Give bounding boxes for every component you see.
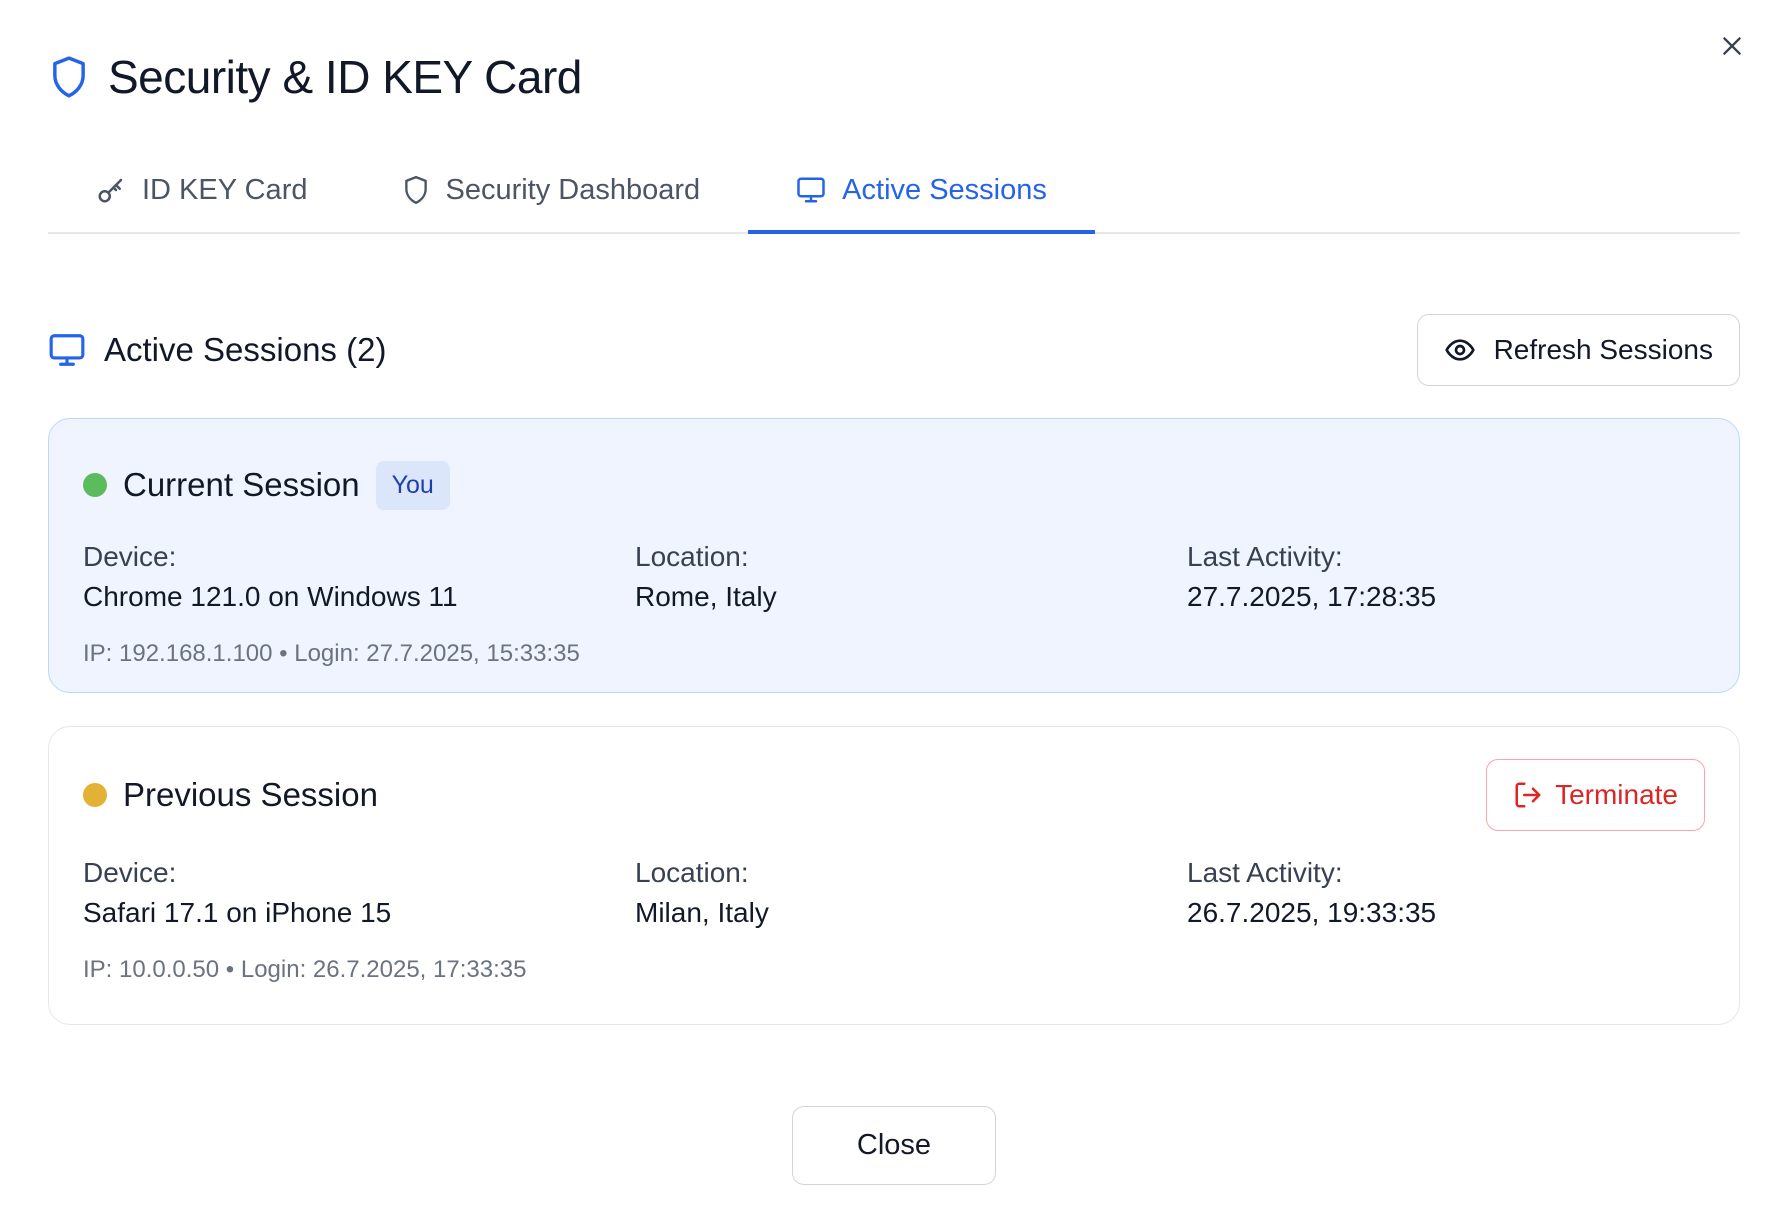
- session-card-current: Current Session You Device: Chrome 121.0…: [48, 418, 1740, 693]
- session-card-header: Current Session You: [83, 449, 1705, 521]
- activity-label: Last Activity:: [1187, 857, 1343, 888]
- location-value: Milan, Italy: [635, 897, 769, 928]
- sessions-header: Active Sessions (2) Refresh Sessions: [48, 314, 1740, 386]
- eye-icon: [1444, 334, 1476, 366]
- logout-icon: [1513, 780, 1543, 810]
- device-label: Device:: [83, 541, 177, 572]
- device-field: Device: Chrome 121.0 on Windows 11: [83, 537, 635, 617]
- session-meta: IP: 192.168.1.100 • Login: 27.7.2025, 15…: [83, 640, 580, 667]
- dialog-title: Security & ID KEY Card: [108, 51, 582, 103]
- device-value: Chrome 121.0 on Windows 11: [83, 581, 458, 612]
- refresh-sessions-button[interactable]: Refresh Sessions: [1416, 314, 1740, 386]
- tab-active-sessions[interactable]: Active Sessions: [748, 148, 1095, 234]
- section-title: Active Sessions (2): [48, 331, 386, 369]
- key-icon: [96, 175, 126, 205]
- refresh-label: Refresh Sessions: [1493, 334, 1713, 365]
- status-dot: [83, 783, 107, 807]
- tab-bar: ID KEY Card Security Dashboard Active Se…: [48, 148, 1740, 234]
- session-card-previous: Previous Session Terminate Device: Safar…: [48, 726, 1740, 1025]
- device-value: Safari 17.1 on iPhone 15: [83, 897, 392, 928]
- terminate-label: Terminate: [1555, 779, 1678, 810]
- device-label: Device:: [83, 857, 177, 888]
- session-title: Current Session You: [83, 460, 450, 510]
- terminate-button[interactable]: Terminate: [1486, 759, 1705, 831]
- tab-label: Active Sessions: [842, 173, 1047, 206]
- location-value: Rome, Italy: [635, 581, 777, 612]
- close-button[interactable]: Close: [792, 1106, 996, 1185]
- activity-field: Last Activity: 27.7.2025, 17:28:35: [1187, 537, 1705, 617]
- session-title-text: Current Session: [123, 466, 360, 503]
- session-title: Previous Session: [83, 776, 378, 814]
- location-field: Location: Milan, Italy: [635, 853, 1187, 933]
- location-label: Location:: [635, 541, 749, 572]
- security-dialog: Security & ID KEY Card ID KEY Card Secur…: [0, 0, 1788, 1232]
- close-icon[interactable]: [1714, 28, 1750, 64]
- tab-label: Security Dashboard: [445, 173, 701, 206]
- session-card-header: Previous Session Terminate: [83, 759, 1705, 831]
- activity-value: 26.7.2025, 19:33:35: [1187, 897, 1437, 928]
- section-title-text: Active Sessions (2): [104, 331, 387, 368]
- location-field: Location: Rome, Italy: [635, 537, 1187, 617]
- session-meta: IP: 10.0.0.50 • Login: 26.7.2025, 17:33:…: [83, 956, 527, 983]
- shield-icon: [403, 175, 429, 205]
- activity-value: 27.7.2025, 17:28:35: [1187, 581, 1437, 612]
- tab-security-dashboard[interactable]: Security Dashboard: [355, 148, 748, 232]
- monitor-icon: [48, 331, 86, 369]
- you-badge: You: [375, 460, 450, 510]
- session-details: Device: Safari 17.1 on iPhone 15 Locatio…: [83, 853, 1705, 933]
- session-details: Device: Chrome 121.0 on Windows 11 Locat…: [83, 537, 1705, 617]
- session-title-text: Previous Session: [123, 776, 378, 813]
- activity-field: Last Activity: 26.7.2025, 19:33:35: [1187, 853, 1705, 933]
- dialog-header: Security & ID KEY Card: [50, 50, 582, 104]
- tab-id-key-card[interactable]: ID KEY Card: [48, 148, 355, 232]
- tab-label: ID KEY Card: [142, 173, 308, 206]
- location-label: Location:: [635, 857, 749, 888]
- shield-icon: [50, 55, 88, 99]
- monitor-icon: [796, 175, 826, 205]
- status-dot: [83, 473, 107, 497]
- activity-label: Last Activity:: [1187, 541, 1343, 572]
- device-field: Device: Safari 17.1 on iPhone 15: [83, 853, 635, 933]
